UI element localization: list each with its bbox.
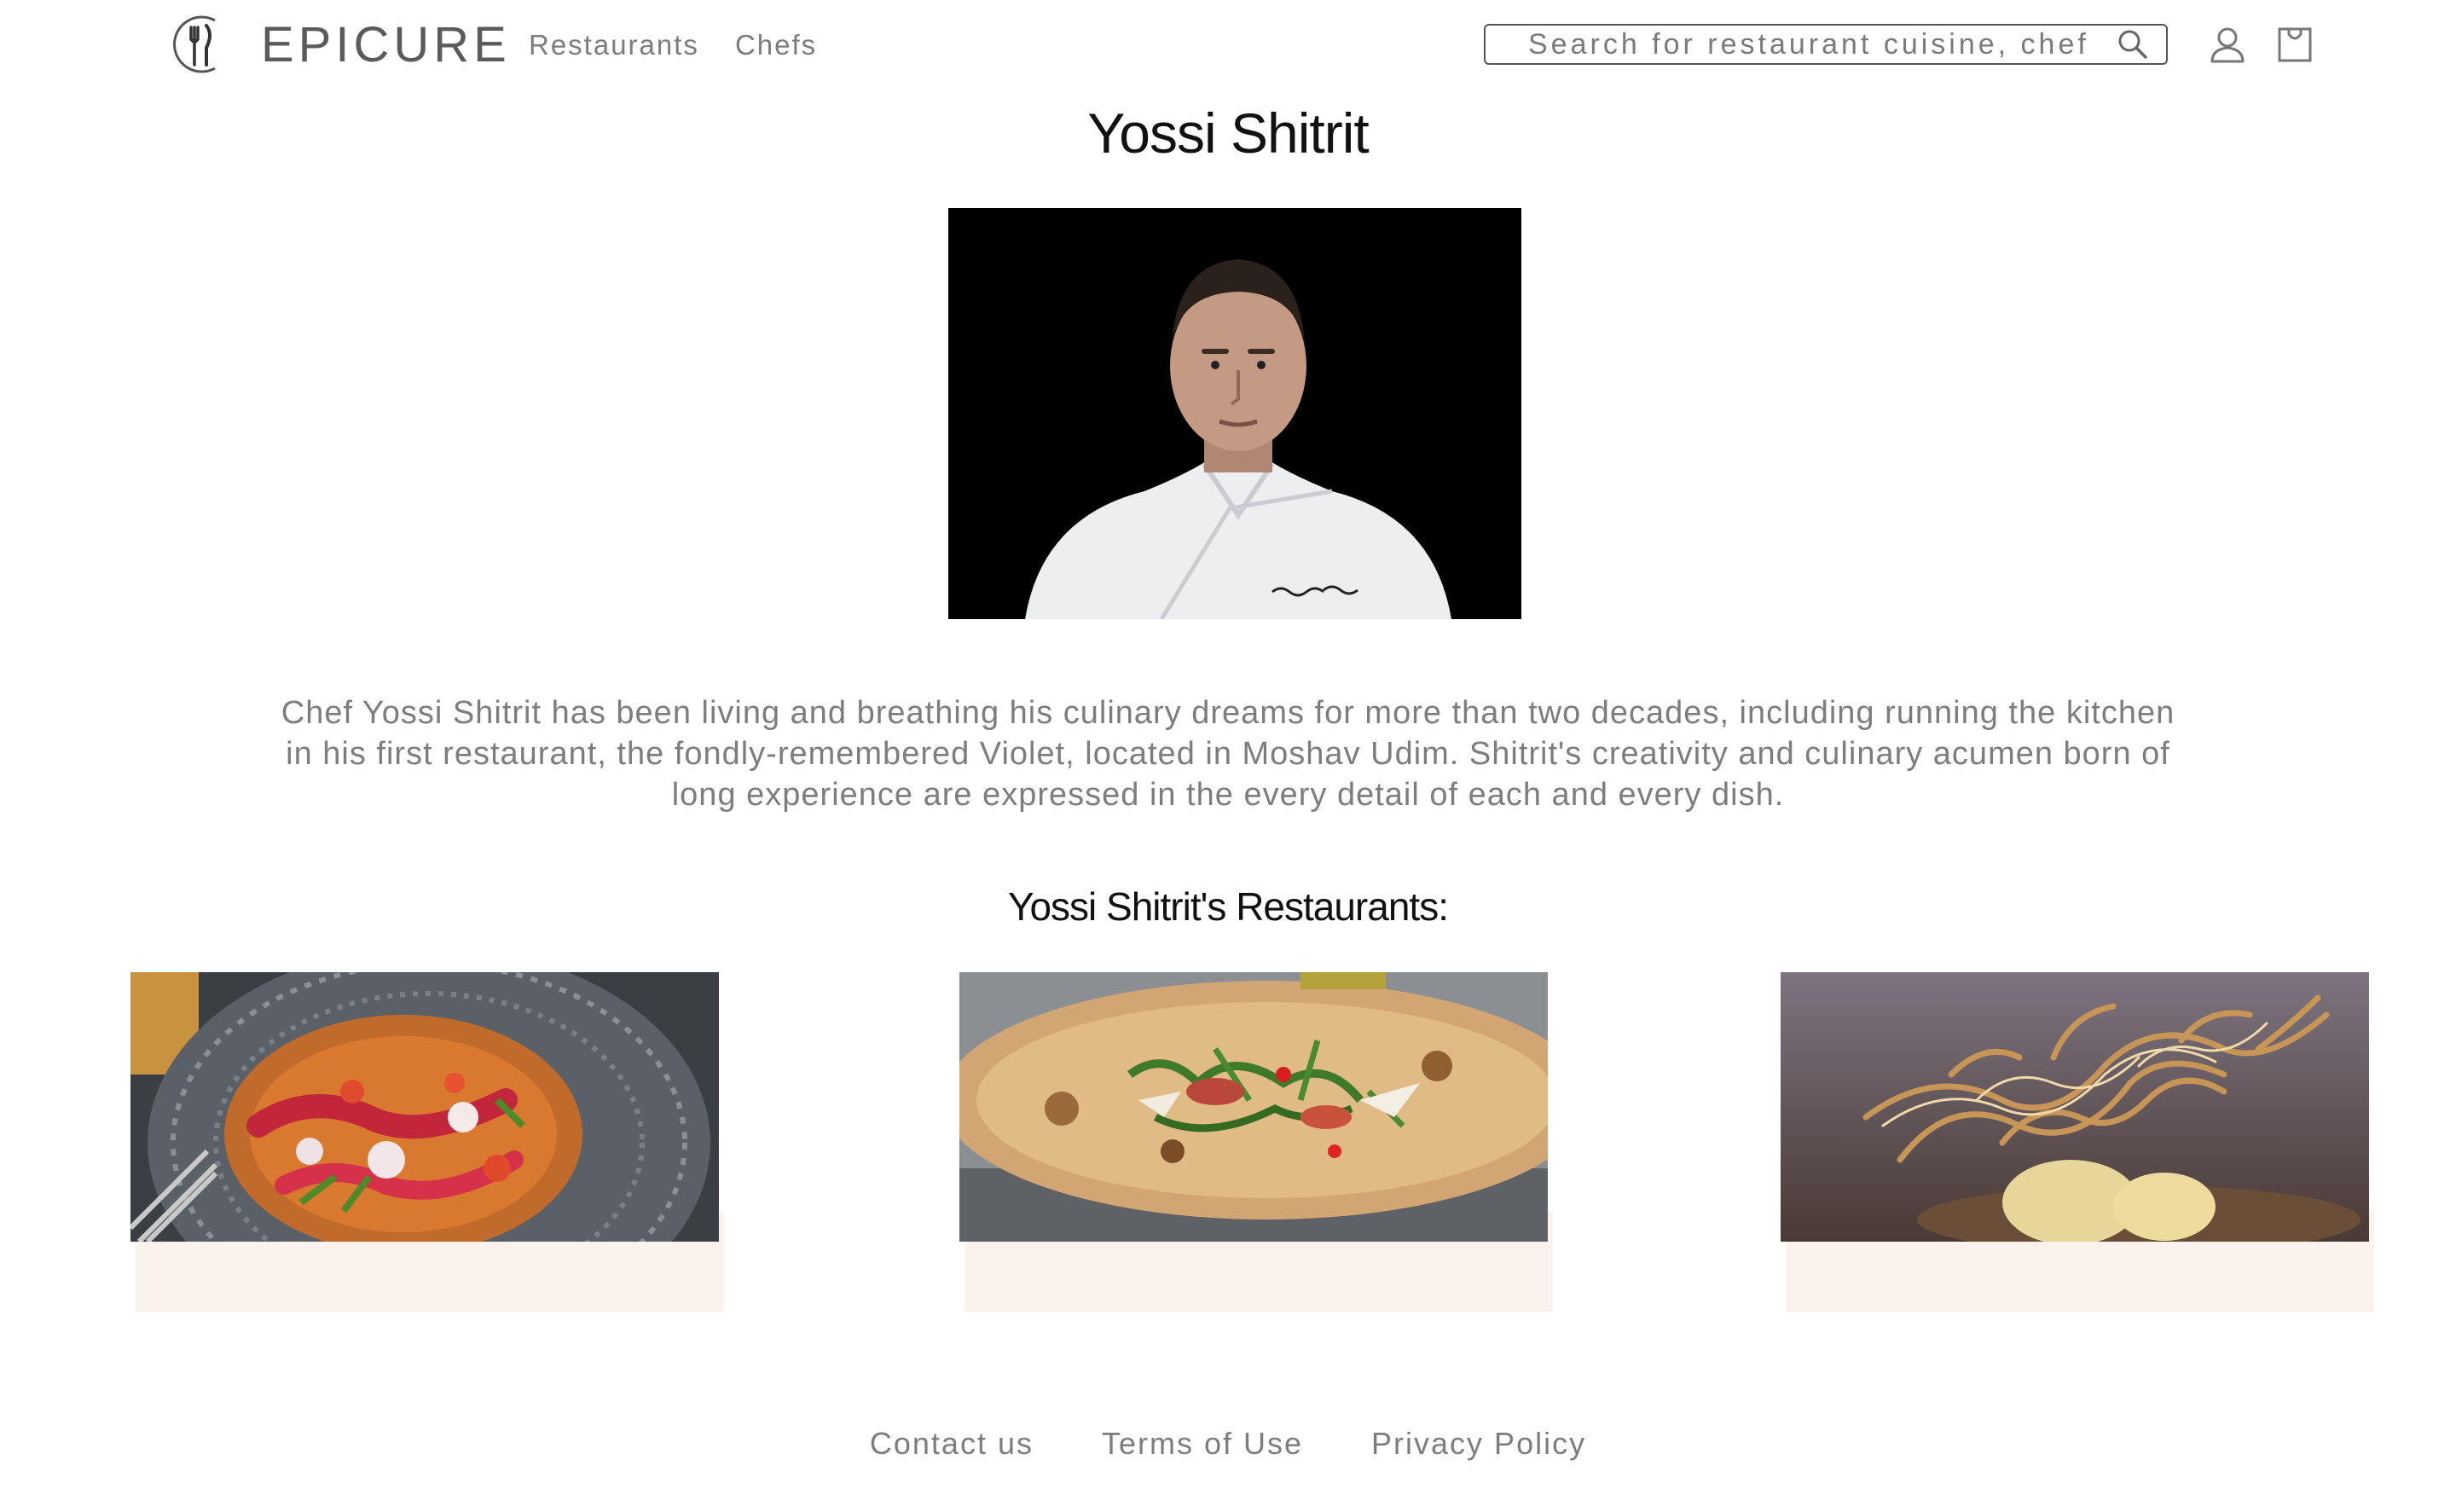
nav-restaurants[interactable]: Restaurants: [529, 29, 699, 61]
pizza-dish-icon: [959, 972, 1548, 1242]
search-box: [1484, 24, 2168, 65]
main-nav: Restaurants Chefs: [529, 29, 817, 61]
footer-privacy-link[interactable]: Privacy Policy: [1371, 1426, 1586, 1462]
chef-bio: Chef Yossi Shitrit has been living and b…: [281, 695, 2175, 813]
chef-photo: [948, 208, 1521, 619]
chef-portrait-icon: [948, 208, 1521, 619]
restaurant-image: [1781, 972, 2369, 1242]
nav-chefs[interactable]: Chefs: [735, 29, 817, 61]
footer-terms-link[interactable]: Terms of Use: [1102, 1426, 1303, 1462]
logo-text: EPICURE: [261, 16, 511, 72]
search-icon[interactable]: [2117, 28, 2149, 61]
fork-knife-logo-icon: [173, 15, 216, 73]
restaurant-card[interactable]: [1781, 972, 2374, 1312]
top-header: EPICURE Restaurants Chefs: [0, 0, 2456, 94]
footer-contact-link[interactable]: Contact us: [870, 1426, 1034, 1462]
footer-links: Contact us Terms of Use Privacy Policy: [0, 1426, 2456, 1462]
shopping-bag-icon[interactable]: [2277, 22, 2313, 63]
restaurant-image: [959, 972, 1548, 1242]
restaurants-heading: Yossi Shitrit's Restaurants:: [1008, 884, 1449, 929]
logo[interactable]: EPICURE: [171, 14, 511, 75]
carpaccio-dish-icon: [130, 972, 719, 1242]
chef-name: Yossi Shitrit: [1087, 101, 1369, 165]
user-icon[interactable]: [2210, 26, 2245, 63]
search-input[interactable]: [1528, 27, 2108, 61]
golden-sugar-dessert-icon: [1781, 972, 2369, 1242]
restaurant-card[interactable]: [130, 972, 724, 1312]
restaurant-image: [130, 972, 719, 1242]
restaurant-card[interactable]: [959, 972, 1553, 1312]
